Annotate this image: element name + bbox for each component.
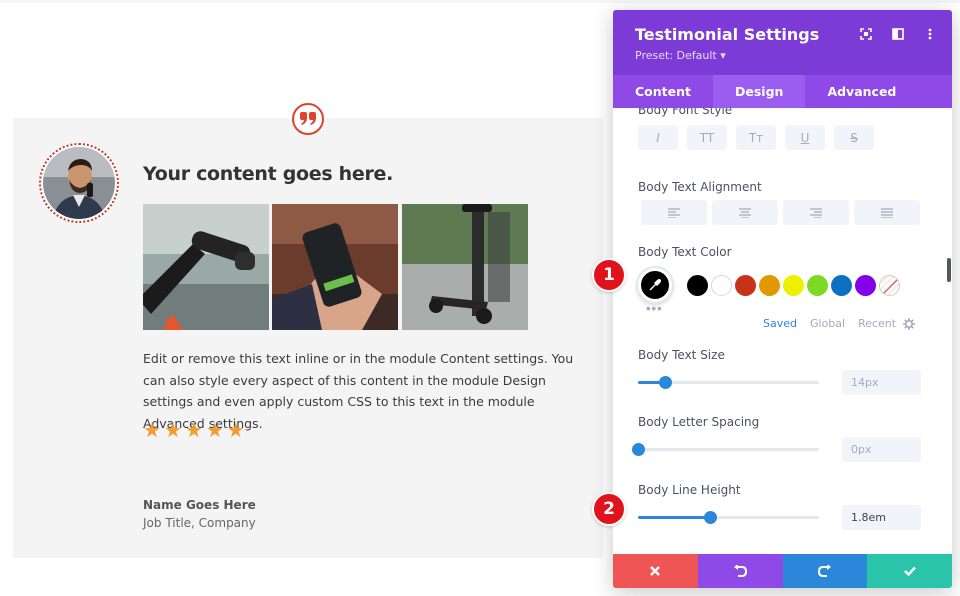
panel-content: Body Font Style I TT Tт U S Body Text Al…: [613, 108, 952, 554]
swatch-black[interactable]: [687, 275, 708, 296]
text-size-label: Body Text Size: [638, 348, 725, 362]
quote-icon: [292, 103, 324, 135]
panel-header-icons: [858, 26, 938, 42]
scooter-handlebar-photo: [143, 204, 269, 330]
star-icon: ★: [184, 420, 203, 442]
text-alignment-label: Body Text Alignment: [638, 180, 762, 194]
swatch-tab-saved[interactable]: Saved: [763, 317, 797, 330]
slider-fill: [638, 516, 711, 519]
letter-spacing-slider[interactable]: [632, 443, 819, 456]
panel-scrollbar[interactable]: [947, 258, 951, 282]
undo-icon: [734, 565, 748, 577]
swatch-red[interactable]: [735, 275, 756, 296]
tab-content[interactable]: Content: [613, 75, 713, 108]
sidebar-icon[interactable]: [890, 26, 906, 42]
phone-in-hand-photo: [272, 204, 398, 330]
swatch-white[interactable]: [711, 275, 732, 296]
star-icon: ★: [205, 420, 224, 442]
author-name: Name Goes Here: [143, 498, 256, 512]
eyedropper-icon: [649, 278, 662, 291]
callout-badge-1: 1: [592, 258, 626, 292]
gear-icon[interactable]: [903, 317, 915, 335]
slider-thumb[interactable]: [632, 443, 645, 456]
top-divider: [0, 0, 960, 3]
color-swatches: [687, 275, 900, 296]
align-left-icon: [668, 207, 680, 218]
redo-icon: [817, 565, 831, 577]
star-icon: ★: [163, 420, 182, 442]
capitalize-button[interactable]: Tт: [736, 125, 776, 150]
swatch-purple[interactable]: [855, 275, 876, 296]
panel-tabs: Content Design Advanced: [613, 75, 952, 108]
preset-selector[interactable]: Preset: Default ▾: [635, 49, 726, 62]
more-icon[interactable]: [922, 26, 938, 42]
text-size-slider[interactable]: [638, 376, 819, 389]
align-right-button[interactable]: [783, 200, 849, 225]
align-justify-button[interactable]: [854, 200, 920, 225]
avatar-photo: [43, 147, 115, 219]
page: Your content goes here. Edit or remove t…: [0, 0, 960, 596]
align-justify-icon: [881, 207, 893, 218]
expand-icon[interactable]: [858, 26, 874, 42]
swatch-green[interactable]: [807, 275, 828, 296]
text-alignment-options: [641, 200, 920, 225]
swatch-none[interactable]: [879, 275, 900, 296]
text-color-label: Body Text Color: [638, 245, 732, 259]
more-swatches-icon[interactable]: •••: [646, 301, 663, 316]
redo-button[interactable]: [782, 554, 868, 588]
callout-badge-2: 2: [592, 492, 626, 526]
star-icon: ★: [226, 420, 245, 442]
author-job-title: Job Title, Company: [143, 516, 256, 530]
swatch-orange[interactable]: [759, 275, 780, 296]
uppercase-button[interactable]: TT: [687, 125, 727, 150]
settings-panel: Testimonial Settings Preset: Default ▾ C…: [613, 10, 952, 588]
font-style-label: Body Font Style: [638, 108, 733, 117]
star-rating: ★ ★ ★ ★ ★: [143, 421, 245, 441]
panel-title: Testimonial Settings: [635, 25, 820, 44]
swatch-blue[interactable]: [831, 275, 852, 296]
line-height-label: Body Line Height: [638, 483, 741, 497]
testimonial-title: Your content goes here.: [143, 163, 394, 185]
swatch-tab-global[interactable]: Global: [810, 317, 845, 330]
panel-footer: [613, 554, 952, 588]
check-icon: [903, 566, 916, 576]
swatch-yellow[interactable]: [783, 275, 804, 296]
swatch-tabs: Saved Global Recent: [763, 317, 896, 330]
align-left-button[interactable]: [641, 200, 707, 225]
align-center-button[interactable]: [712, 200, 778, 225]
close-icon: [650, 566, 661, 576]
slider-thumb[interactable]: [704, 511, 718, 524]
undo-button[interactable]: [697, 554, 783, 588]
line-height-input[interactable]: 1.8em: [842, 505, 921, 530]
tab-design[interactable]: Design: [713, 75, 806, 108]
letter-spacing-label: Body Letter Spacing: [638, 415, 760, 429]
tab-advanced[interactable]: Advanced: [805, 75, 918, 108]
underline-button[interactable]: U: [785, 125, 825, 150]
slider-thumb[interactable]: [659, 376, 673, 389]
strikethrough-button[interactable]: S: [834, 125, 874, 150]
font-style-options: I TT Tт U S: [638, 125, 874, 150]
letter-spacing-input[interactable]: 0px: [842, 437, 921, 462]
color-picker-button[interactable]: [638, 268, 672, 302]
swatch-tab-recent[interactable]: Recent: [858, 317, 896, 330]
italic-button[interactable]: I: [638, 125, 678, 150]
line-height-slider[interactable]: [638, 511, 819, 524]
align-right-icon: [810, 207, 822, 218]
panel-header[interactable]: Testimonial Settings Preset: Default ▾: [613, 10, 952, 75]
discard-button[interactable]: [613, 554, 698, 588]
align-center-icon: [739, 207, 751, 218]
avatar: [39, 143, 119, 223]
star-icon: ★: [143, 420, 161, 442]
text-size-input[interactable]: 14px: [842, 370, 921, 395]
electric-scooter-photo: [402, 204, 528, 330]
save-button[interactable]: [867, 554, 952, 588]
